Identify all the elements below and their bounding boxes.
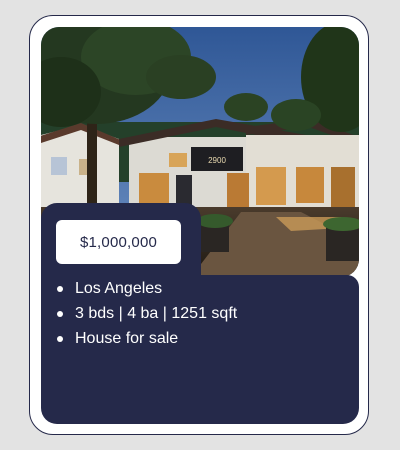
price-text: $1,000,000 — [79, 233, 158, 251]
price-badge: $1,000,000 — [56, 220, 181, 264]
building-sign-text: 2900 — [208, 156, 226, 165]
list-item-type: House for sale — [56, 326, 237, 351]
list-item-location: Los Angeles — [56, 276, 237, 301]
property-card[interactable]: 2900 $1,000,000 Los Angeles 3 bds | 4 ba… — [29, 15, 369, 435]
list-item-specs: 3 bds | 4 ba | 1251 sqft — [56, 301, 237, 326]
listing-details-list: Los Angeles 3 bds | 4 ba | 1251 sqft Hou… — [56, 276, 237, 351]
